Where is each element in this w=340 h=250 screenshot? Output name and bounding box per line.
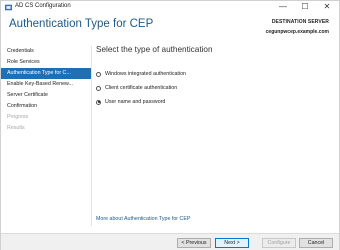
nav-item-progress: Progress bbox=[7, 114, 29, 120]
previous-button[interactable]: < Previous bbox=[177, 238, 211, 248]
next-button[interactable]: Next > bbox=[215, 238, 249, 248]
nav-divider bbox=[91, 46, 92, 226]
title-bar: AD CS Configuration — ☐ ✕ bbox=[1, 1, 339, 14]
nav-item-key-based-renewal[interactable]: Enable Key-Based Renew... bbox=[1, 79, 91, 90]
option-label: User name and password bbox=[105, 99, 166, 105]
nav-item-confirmation[interactable]: Confirmation bbox=[1, 101, 91, 112]
radio-selected-icon[interactable] bbox=[96, 99, 101, 105]
more-info-link[interactable]: More about Authentication Type for CEP bbox=[96, 216, 190, 222]
option-user-name-password[interactable]: User name and password bbox=[96, 99, 165, 105]
minimize-button[interactable]: — bbox=[273, 1, 293, 14]
nav-item-role-services[interactable]: Role Services bbox=[1, 57, 91, 68]
ad-cs-configuration-window: AD CS Configuration — ☐ ✕ Authentication… bbox=[0, 0, 340, 250]
cancel-button[interactable]: Cancel bbox=[299, 238, 333, 248]
radio-unselected-icon[interactable] bbox=[96, 85, 101, 91]
close-button[interactable]: ✕ bbox=[317, 1, 337, 14]
option-windows-integrated[interactable]: Windows integrated authentication bbox=[96, 71, 186, 77]
nav-item-authentication-type[interactable]: Authentication Type for C... bbox=[1, 68, 91, 79]
nav-item-results: Results bbox=[7, 125, 25, 131]
option-label: Windows integrated authentication bbox=[105, 71, 186, 77]
maximize-button[interactable]: ☐ bbox=[295, 1, 315, 14]
configure-button: Configure bbox=[262, 238, 296, 248]
nav-item-credentials[interactable]: Credentials bbox=[1, 46, 91, 57]
wizard-nav: Credentials Role Services Authentication… bbox=[1, 46, 91, 134]
app-icon bbox=[5, 4, 12, 11]
option-client-certificate[interactable]: Client certificate authentication bbox=[96, 85, 177, 91]
destination-server-value: cegunpwcep.example.com bbox=[265, 29, 329, 35]
page-title: Authentication Type for CEP bbox=[9, 18, 154, 30]
window-title: AD CS Configuration bbox=[15, 3, 71, 9]
radio-unselected-icon[interactable] bbox=[96, 71, 101, 77]
option-label: Client certificate authentication bbox=[105, 85, 178, 91]
nav-item-server-certificate[interactable]: Server Certificate bbox=[1, 90, 91, 101]
destination-server-label: DESTINATION SERVER bbox=[271, 19, 329, 25]
section-heading: Select the type of authentication bbox=[96, 45, 213, 54]
